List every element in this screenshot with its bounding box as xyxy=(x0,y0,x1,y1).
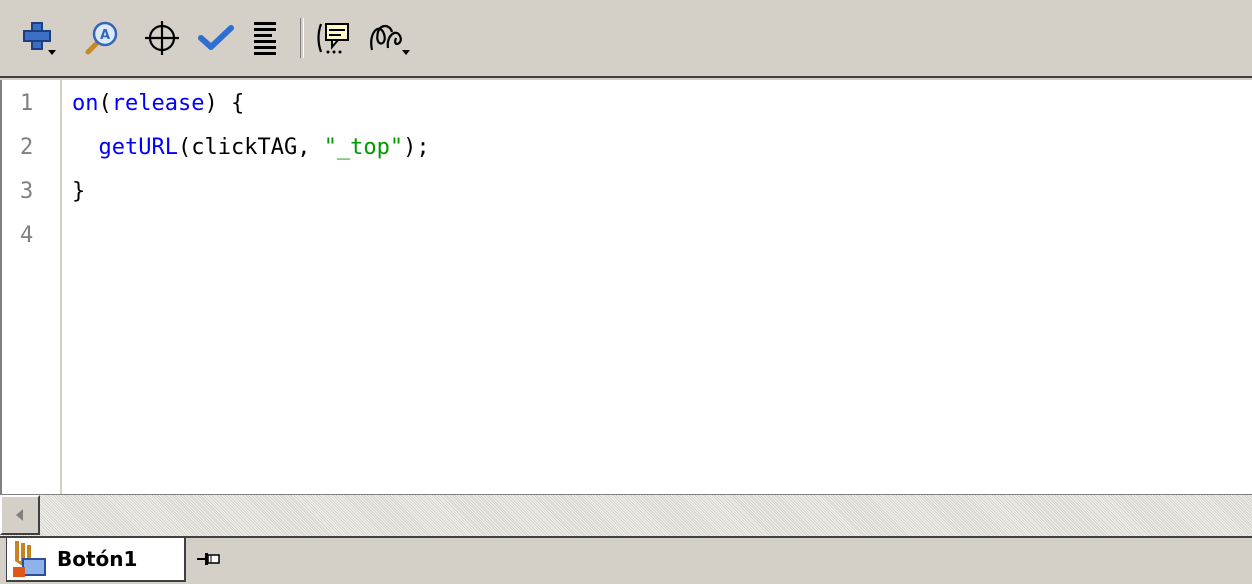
tab-boton1[interactable]: Botón1 xyxy=(6,538,186,582)
arrow-left-icon xyxy=(16,509,23,521)
debug-options-button[interactable] xyxy=(364,16,416,60)
script-editor[interactable]: 1 2 3 4 on(release) { getURL(clickTAG, "… xyxy=(0,80,1252,494)
code-text: ( xyxy=(98,91,112,116)
pin-icon xyxy=(197,553,220,565)
toolbar-separator xyxy=(300,18,304,58)
find-button[interactable]: A xyxy=(80,16,124,60)
code-line[interactable]: getURL(clickTAG, "_top"); xyxy=(72,126,430,170)
code-function: getURL xyxy=(98,135,178,160)
code-text: (clickTAG, xyxy=(177,135,324,160)
code-keyword: on xyxy=(72,91,99,116)
add-statement-button[interactable] xyxy=(18,16,62,60)
auto-format-lines-icon xyxy=(254,22,276,55)
magnifier-icon: A xyxy=(85,21,118,55)
check-syntax-button[interactable] xyxy=(194,16,238,60)
actions-toolbar: A xyxy=(0,0,1252,78)
horizontal-scrollbar[interactable] xyxy=(0,494,1252,536)
code-string: "_top" xyxy=(323,135,404,160)
svg-text:A: A xyxy=(100,28,110,43)
show-code-hint-button[interactable] xyxy=(312,16,356,60)
code-text: ); xyxy=(403,135,430,160)
actions-panel: A 1 2 3 4 on(release) {getURL(clickTAG,… xyxy=(0,0,1252,584)
plus-dropdown-icon xyxy=(23,22,56,55)
crosshair-icon xyxy=(145,21,179,55)
code-text: } xyxy=(72,179,86,204)
line-number: 1 xyxy=(20,91,34,116)
line-number: 4 xyxy=(20,223,34,248)
auto-format-button[interactable] xyxy=(246,16,286,60)
button-symbol-icon xyxy=(13,541,46,577)
code-keyword: release xyxy=(111,91,205,116)
pin-script-button[interactable] xyxy=(194,544,224,574)
debug-options-dropdown-icon xyxy=(370,24,410,55)
code-line[interactable]: on(release) { xyxy=(72,82,244,126)
code-hint-icon xyxy=(317,23,349,54)
line-number: 2 xyxy=(20,135,34,160)
line-number: 3 xyxy=(20,179,34,204)
insert-target-path-button[interactable] xyxy=(140,16,184,60)
scroll-left-button[interactable] xyxy=(0,495,40,535)
script-tab-bar: Botón1 xyxy=(0,536,1252,584)
line-number-gutter: 1 2 3 4 xyxy=(2,80,62,494)
checkmark-icon xyxy=(198,25,234,50)
code-text: ) { xyxy=(204,91,245,116)
tab-label: Botón1 xyxy=(57,547,138,571)
code-line[interactable]: } xyxy=(72,170,85,214)
